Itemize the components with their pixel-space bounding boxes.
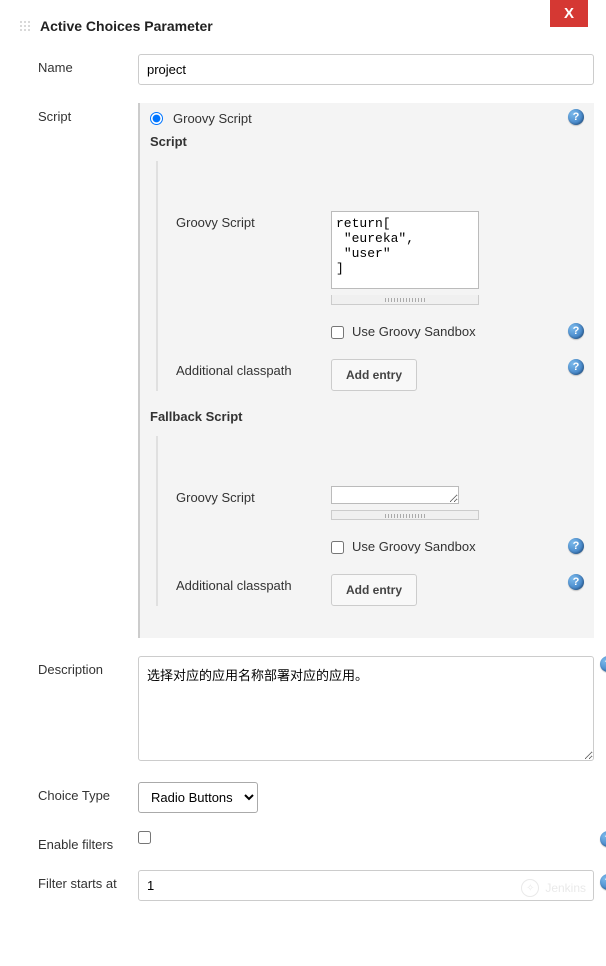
fallback-additional-classpath-label: Additional classpath xyxy=(176,574,331,593)
name-label: Name xyxy=(38,54,138,75)
wechat-icon: ✧ xyxy=(521,879,539,897)
groovy-script-radio-label: Groovy Script xyxy=(173,111,252,126)
filter-starts-at-label: Filter starts at xyxy=(38,870,138,891)
fallback-subsection-title: Fallback Script xyxy=(150,409,584,424)
fallback-groovy-script-label: Groovy Script xyxy=(176,486,331,505)
help-icon[interactable]: ? xyxy=(600,656,606,672)
name-input[interactable] xyxy=(138,54,594,85)
choice-type-label: Choice Type xyxy=(38,782,138,803)
script-panel: ? Groovy Script Script Groovy Script ret… xyxy=(138,103,594,638)
add-entry-button[interactable]: Add entry xyxy=(331,359,417,391)
help-icon[interactable]: ? xyxy=(600,874,606,890)
fallback-use-sandbox-label: Use Groovy Sandbox xyxy=(352,538,476,556)
enable-filters-checkbox[interactable] xyxy=(138,831,151,844)
drag-handle-icon[interactable] xyxy=(18,19,32,33)
watermark-text: Jenkins xyxy=(545,881,586,895)
section-title: Active Choices Parameter xyxy=(40,18,213,34)
choice-type-select[interactable]: Radio Buttons xyxy=(138,782,258,813)
resize-handle-icon[interactable] xyxy=(331,295,479,305)
groovy-script-label: Groovy Script xyxy=(176,211,331,230)
help-icon[interactable]: ? xyxy=(600,831,606,847)
groovy-script-radio[interactable] xyxy=(150,112,163,125)
fallback-use-sandbox-checkbox[interactable] xyxy=(331,541,344,554)
groovy-script-textarea[interactable]: return[ "eureka", "user" ] xyxy=(331,211,479,289)
close-button[interactable]: X xyxy=(550,0,588,27)
watermark: ✧ Jenkins xyxy=(521,879,586,897)
section-header: Active Choices Parameter xyxy=(18,18,594,34)
resize-handle-icon[interactable] xyxy=(331,510,479,520)
help-icon[interactable]: ? xyxy=(568,323,584,339)
script-label: Script xyxy=(38,103,138,124)
enable-filters-label: Enable filters xyxy=(38,831,138,852)
fallback-add-entry-button[interactable]: Add entry xyxy=(331,574,417,606)
additional-classpath-label: Additional classpath xyxy=(176,359,331,378)
description-textarea[interactable]: 选择对应的应用名称部署对应的应用。 xyxy=(138,656,594,761)
help-icon[interactable]: ? xyxy=(568,109,584,125)
script-subsection-title: Script xyxy=(150,134,584,149)
description-label: Description xyxy=(38,656,138,677)
fallback-groovy-script-textarea[interactable] xyxy=(331,486,459,504)
use-sandbox-label: Use Groovy Sandbox xyxy=(352,323,476,341)
use-sandbox-checkbox[interactable] xyxy=(331,326,344,339)
